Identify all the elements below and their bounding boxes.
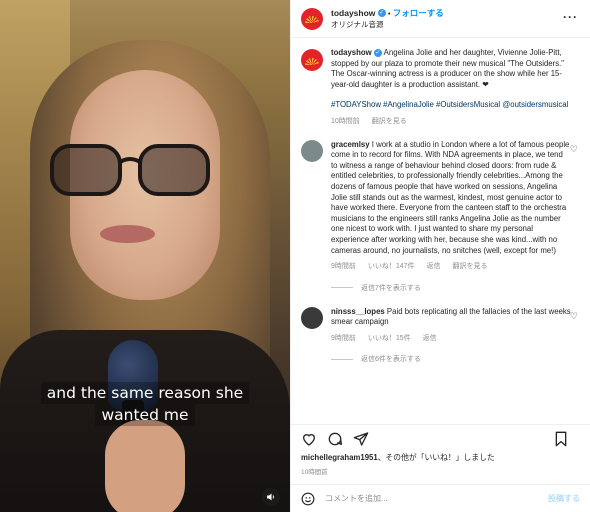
comment-meta: 9時間前 いいね！147件 返信 翻訳を見る (331, 262, 571, 273)
header-username[interactable]: todayshow (331, 8, 375, 18)
follow-button[interactable]: フォローする (393, 8, 444, 18)
comment-time: 9時間前 (331, 334, 356, 342)
comment-body: ninsss__lopes Paid bots replicating all … (331, 307, 571, 345)
speaker-icon (267, 493, 274, 501)
share-icon[interactable] (353, 431, 369, 447)
likes-user[interactable]: michellegraham1951 (301, 453, 378, 462)
comment-input[interactable] (325, 494, 548, 503)
comment-meta: 9時間前 いいね！15件 返信 (331, 334, 571, 345)
comment-likes[interactable]: いいね！15件 (368, 335, 411, 342)
comments-scroll-area[interactable]: todayshow ✓ Angelina Jolie and her daugh… (291, 38, 590, 416)
commenter-avatar[interactable] (301, 306, 323, 329)
comment-translate-link[interactable]: 翻訳を見る (452, 263, 487, 270)
comment-reply-button[interactable]: 返信 (423, 335, 437, 342)
today-logo-icon (305, 16, 319, 23)
caption-hashtags[interactable]: #TODAYShow #AngelinaJolie #OutsidersMusi… (331, 100, 571, 111)
video-caption-line1: and the same reason she (40, 382, 250, 404)
view-replies-label: 返信7件を表示する (361, 284, 421, 292)
video-subject-glasses (50, 144, 210, 196)
comment-likes[interactable]: いいね！147件 (368, 263, 415, 270)
verified-icon: ✓ (373, 48, 382, 57)
caption-time: 10時間前 (331, 117, 360, 125)
post-time: 10時間前 (301, 469, 328, 476)
comment-like-heart-icon[interactable]: ♡ (570, 144, 578, 155)
today-logo-icon (305, 57, 319, 65)
comment-body: gracemlsy I work at a studio in London w… (331, 140, 571, 273)
video-caption-line2: wanted me (95, 404, 195, 426)
replies-divider (331, 358, 353, 360)
audio-label[interactable]: オリジナル音源 (331, 19, 444, 30)
view-replies-link[interactable]: 返信6件を表示する (331, 354, 580, 364)
comment-reply-button[interactable]: 返信 (427, 263, 441, 270)
caption-meta: 10時間前 翻訳を見る (331, 117, 571, 128)
video-player[interactable]: and the same reason she wanted me (0, 0, 290, 512)
comment-username[interactable]: ninsss__lopes (331, 307, 385, 316)
view-replies-label: 返信6件を表示する (361, 356, 421, 364)
video-caption: and the same reason she wanted me (0, 382, 290, 426)
post-header: todayshow ✓ • フォローする オリジナル音源 ··· (291, 0, 590, 38)
likes-summary: michellegraham1951、その他が「いいね！」しました (301, 452, 495, 463)
caption-avatar[interactable] (301, 49, 323, 71)
comment-composer: 投稿する (291, 484, 590, 512)
comment-icon[interactable] (327, 431, 343, 447)
caption-body: todayshow ✓ Angelina Jolie and her daugh… (331, 48, 571, 128)
comment-username[interactable]: gracemlsy (331, 140, 370, 149)
post-caption: todayshow ✓ Angelina Jolie and her daugh… (301, 48, 580, 128)
video-subject-mouth (100, 225, 155, 243)
header-separator: • (387, 8, 391, 18)
comment-like-heart-icon[interactable]: ♡ (570, 311, 578, 322)
more-icon[interactable]: ··· (563, 10, 578, 24)
post-actions-bar (291, 424, 590, 452)
mute-button[interactable] (262, 488, 280, 506)
post-comment-button[interactable]: 投稿する (548, 493, 580, 504)
likes-rest: 、その他が「いいね！」しました (377, 453, 495, 462)
verified-icon: ✓ (377, 9, 386, 18)
view-replies-link[interactable]: 返信7件を表示する (331, 283, 580, 293)
comment-item: ninsss__lopes Paid bots replicating all … (301, 306, 580, 345)
caption-username[interactable]: todayshow (331, 48, 372, 57)
bookmark-icon[interactable] (554, 431, 568, 447)
replies-divider (331, 287, 353, 289)
emoji-icon[interactable] (301, 492, 315, 506)
todayshow-avatar[interactable] (301, 7, 323, 30)
commenter-avatar[interactable] (301, 139, 323, 162)
caption-translate-link[interactable]: 翻訳を見る (372, 118, 407, 125)
comment-item: gracemlsy I work at a studio in London w… (301, 139, 580, 273)
heart-icon[interactable] (301, 431, 317, 447)
comment-time: 9時間前 (331, 263, 356, 271)
comment-text: I work at a studio in London where a lot… (331, 139, 570, 255)
post-side-panel: todayshow ✓ • フォローする オリジナル音源 ··· todaysh… (290, 0, 590, 512)
video-subject-hand (105, 420, 185, 512)
header-names: todayshow ✓ • フォローする オリジナル音源 (331, 8, 444, 30)
